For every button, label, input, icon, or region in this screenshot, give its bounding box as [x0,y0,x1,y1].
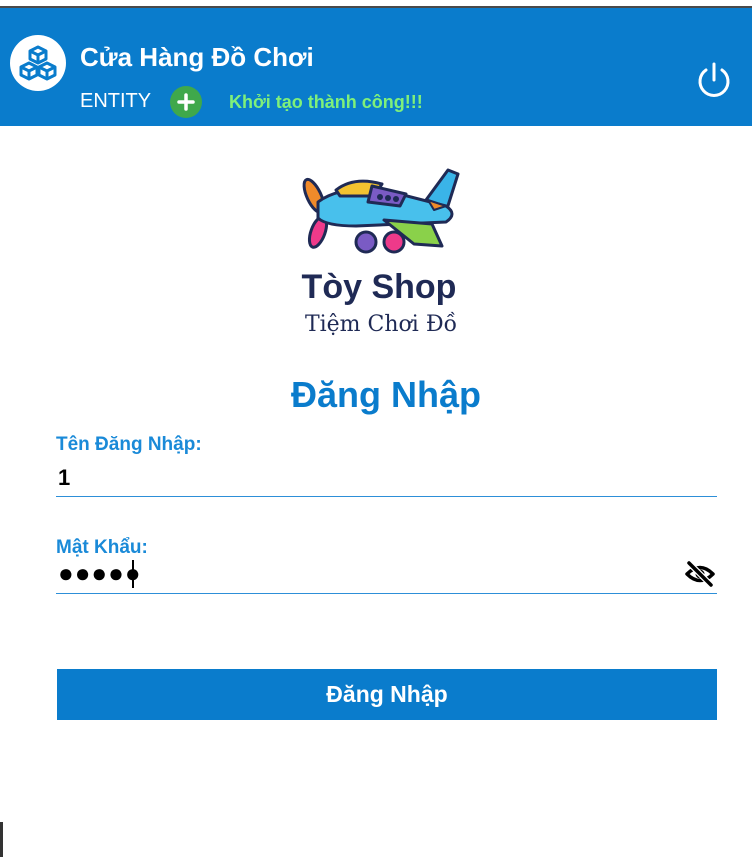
password-field[interactable]: ●●●●● [56,558,717,594]
cubes-icon [19,45,57,81]
password-label: Mật Khẩu: [56,537,148,558]
username-value: 1 [58,465,71,490]
app-header: Cửa Hàng Đồ Chơi ENTITY Khởi tạo thành c… [0,8,752,126]
username-field[interactable]: 1 [56,461,717,497]
window-edge [0,822,3,857]
login-title: Đăng Nhập [290,374,481,415]
status-message: Khởi tạo thành công!!! [229,92,423,112]
add-entity-button[interactable] [170,86,202,118]
eye-off-icon [685,560,715,588]
username-label: Tên Đăng Nhập: [56,434,202,455]
login-button[interactable]: Đăng Nhập [57,669,717,720]
app-title: Cửa Hàng Đồ Chơi [80,42,314,72]
password-value: ●●●●● [58,558,142,588]
window-top-border [0,0,752,8]
toggle-password-visibility[interactable] [684,560,716,588]
text-caret [132,560,134,588]
power-icon [698,62,730,97]
entity-label: ENTITY [80,90,152,112]
plus-icon [177,93,195,111]
airplane-icon [302,168,460,254]
power-button[interactable] [693,60,735,102]
app-logo [10,35,66,91]
brand-subtitle: Tiệm Chơi Đồ [304,312,458,337]
brand-name: Tòy Shop [301,268,457,306]
